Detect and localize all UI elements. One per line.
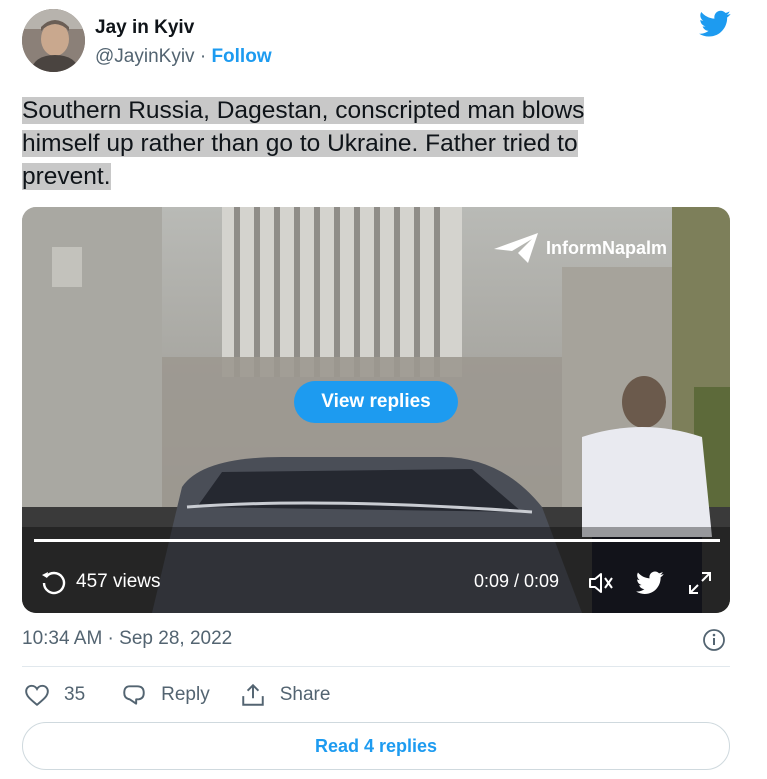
separator-dot: · xyxy=(199,46,207,67)
reply-icon xyxy=(123,685,145,705)
fullscreen-icon[interactable] xyxy=(686,569,714,602)
replay-icon[interactable] xyxy=(40,569,66,595)
video-player[interactable]: InformNapalm View replies 457 views 0:09… xyxy=(22,207,730,613)
view-replies-button[interactable]: View replies xyxy=(294,381,458,423)
like-button[interactable]: 35 xyxy=(24,683,85,707)
reply-button[interactable]: Reply xyxy=(121,683,210,707)
reply-label: Reply xyxy=(161,684,210,705)
like-count: 35 xyxy=(64,684,86,705)
tweet-text: Southern Russia, Dagestan, conscripted m… xyxy=(22,94,712,193)
paper-plane-icon xyxy=(494,233,538,263)
tweet-actions: 35 Reply Share xyxy=(22,683,330,707)
tweet-text-line: himself up rather than go to Ukraine. Fa… xyxy=(22,130,578,157)
video-progress-bar[interactable] xyxy=(34,539,720,542)
watermark: InformNapalm xyxy=(492,231,667,265)
divider xyxy=(22,666,730,667)
share-icon xyxy=(241,683,264,706)
tweet-text-line: Southern Russia, Dagestan, conscripted m… xyxy=(22,97,585,124)
author-name[interactable]: Jay in Kyiv xyxy=(95,17,194,39)
twitter-bird-icon[interactable] xyxy=(699,10,731,42)
read-replies-button[interactable]: Read 4 replies xyxy=(22,722,730,770)
author-handle-row: @JayinKyiv · Follow xyxy=(95,46,272,68)
tweet-timestamp[interactable]: 10:34 AM · Sep 28, 2022 xyxy=(22,628,232,650)
video-time: 0:09 / 0:09 xyxy=(474,571,560,591)
avatar[interactable] xyxy=(22,9,85,72)
heart-icon xyxy=(25,684,49,707)
twitter-bird-icon[interactable] xyxy=(636,571,664,600)
share-label: Share xyxy=(279,684,331,705)
tweet-text-line: prevent. xyxy=(22,163,111,190)
share-button[interactable]: Share xyxy=(240,683,331,707)
watermark-text: InformNapalm xyxy=(546,237,668,258)
follow-button[interactable]: Follow xyxy=(211,46,271,67)
author-handle[interactable]: @JayinKyiv xyxy=(95,46,195,67)
volume-icon[interactable] xyxy=(587,570,615,601)
view-count: 457 views xyxy=(40,569,161,595)
info-icon[interactable] xyxy=(702,628,726,657)
view-count-text: 457 views xyxy=(76,571,161,592)
